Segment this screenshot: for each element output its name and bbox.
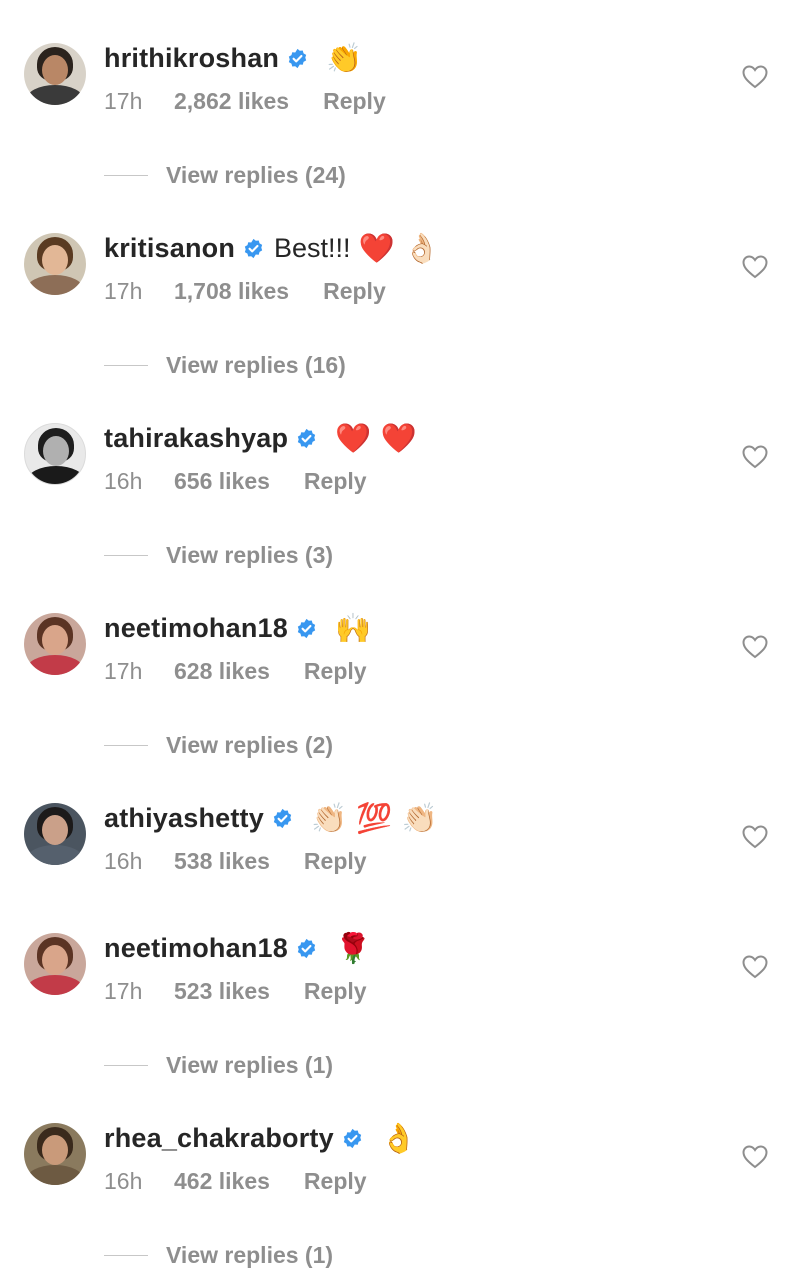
avatar[interactable] <box>24 933 86 995</box>
like-heart-icon[interactable] <box>742 1145 768 1169</box>
view-replies-button[interactable]: View replies (1) <box>104 1240 333 1270</box>
comment-emoji: ❤️ 👌🏻 <box>358 231 440 265</box>
reply-button[interactable]: Reply <box>304 978 367 1005</box>
comment-item: kritisanon Best!!! ❤️ 👌🏻 17h 1,708 likes… <box>0 230 810 340</box>
comment-time: 17h <box>104 87 143 114</box>
view-replies-label: View replies (16) <box>166 351 346 378</box>
comment-item: neetimohan18 🌹 17h 523 likes Reply <box>0 930 810 1040</box>
comment-time: 17h <box>104 977 143 1004</box>
username[interactable]: rhea_chakraborty <box>104 1123 334 1154</box>
username[interactable]: athiyashetty <box>104 803 264 834</box>
likes-count[interactable]: 462 likes <box>174 1168 270 1195</box>
reply-button[interactable]: Reply <box>304 468 367 495</box>
divider <box>104 1064 148 1066</box>
comment-item: athiyashetty 👏🏻 💯 👏🏻 16h 538 likes Reply <box>0 800 810 910</box>
avatar[interactable] <box>24 1123 86 1185</box>
comment-emoji: 👏🏻 💯 👏🏻 <box>310 801 438 835</box>
like-heart-icon[interactable] <box>742 65 768 89</box>
view-replies-label: View replies (2) <box>166 731 334 758</box>
verified-badge-icon <box>342 1128 363 1149</box>
reply-button[interactable]: Reply <box>323 278 386 305</box>
username[interactable]: neetimohan18 <box>104 933 288 964</box>
like-heart-icon[interactable] <box>742 445 768 469</box>
like-heart-icon[interactable] <box>742 825 768 849</box>
likes-count[interactable]: 1,708 likes <box>174 278 289 305</box>
comment-emoji: 👏 <box>326 41 363 75</box>
like-heart-icon[interactable] <box>742 255 768 279</box>
avatar[interactable] <box>24 423 86 485</box>
comment-item: tahirakashyap ❤️ ❤️ 16h 656 likes Reply <box>0 420 810 530</box>
view-replies-button[interactable]: View replies (2) <box>104 730 333 760</box>
like-heart-icon[interactable] <box>742 955 768 979</box>
likes-count[interactable]: 2,862 likes <box>174 88 289 115</box>
reply-button[interactable]: Reply <box>304 1168 367 1195</box>
comment-emoji: 🌹 <box>334 931 372 965</box>
verified-badge-icon <box>296 428 317 449</box>
view-replies-label: View replies (1) <box>166 1241 334 1268</box>
divider <box>104 554 148 556</box>
view-replies-label: View replies (24) <box>166 161 346 188</box>
view-replies-button[interactable]: View replies (16) <box>104 350 346 380</box>
avatar[interactable] <box>24 43 86 105</box>
view-replies-label: View replies (3) <box>166 541 334 568</box>
likes-count[interactable]: 628 likes <box>174 658 270 685</box>
comment-text: Best!!! <box>274 232 351 263</box>
divider <box>104 744 148 746</box>
comment-time: 17h <box>104 657 143 684</box>
divider <box>104 174 148 176</box>
comment-time: 17h <box>104 277 143 304</box>
comment-time: 16h <box>104 847 143 874</box>
likes-count[interactable]: 538 likes <box>174 848 270 875</box>
view-replies-button[interactable]: View replies (3) <box>104 540 333 570</box>
view-replies-button[interactable]: View replies (24) <box>104 160 346 190</box>
comment-emoji: ❤️ ❤️ <box>335 421 417 455</box>
like-heart-icon[interactable] <box>742 635 768 659</box>
comment-item: hrithikroshan 👏 17h 2,862 likes Reply <box>0 40 810 150</box>
reply-button[interactable]: Reply <box>323 88 386 115</box>
comment-emoji: 🙌 <box>334 611 372 645</box>
verified-badge-icon <box>287 48 308 69</box>
comment-item: rhea_chakraborty 👌 16h 462 likes Reply <box>0 1120 810 1230</box>
username[interactable]: tahirakashyap <box>104 423 288 454</box>
username[interactable]: kritisanon <box>104 233 235 264</box>
view-replies-label: View replies (1) <box>166 1051 334 1078</box>
comment-time: 16h <box>104 467 143 494</box>
avatar[interactable] <box>24 613 86 675</box>
reply-button[interactable]: Reply <box>304 848 367 875</box>
reply-button[interactable]: Reply <box>304 658 367 685</box>
divider <box>104 364 148 366</box>
verified-badge-icon <box>296 938 317 959</box>
comment-item: neetimohan18 🙌 17h 628 likes Reply <box>0 610 810 720</box>
verified-badge-icon <box>296 618 317 639</box>
comment-time: 16h <box>104 1167 143 1194</box>
likes-count[interactable]: 656 likes <box>174 468 270 495</box>
likes-count[interactable]: 523 likes <box>174 978 270 1005</box>
divider <box>104 1254 148 1256</box>
avatar[interactable] <box>24 233 86 295</box>
username[interactable]: neetimohan18 <box>104 613 288 644</box>
username[interactable]: hrithikroshan <box>104 43 279 74</box>
avatar[interactable] <box>24 803 86 865</box>
verified-badge-icon <box>272 808 293 829</box>
comment-emoji: 👌 <box>380 1121 417 1155</box>
verified-badge-icon <box>243 238 264 259</box>
view-replies-button[interactable]: View replies (1) <box>104 1050 333 1080</box>
